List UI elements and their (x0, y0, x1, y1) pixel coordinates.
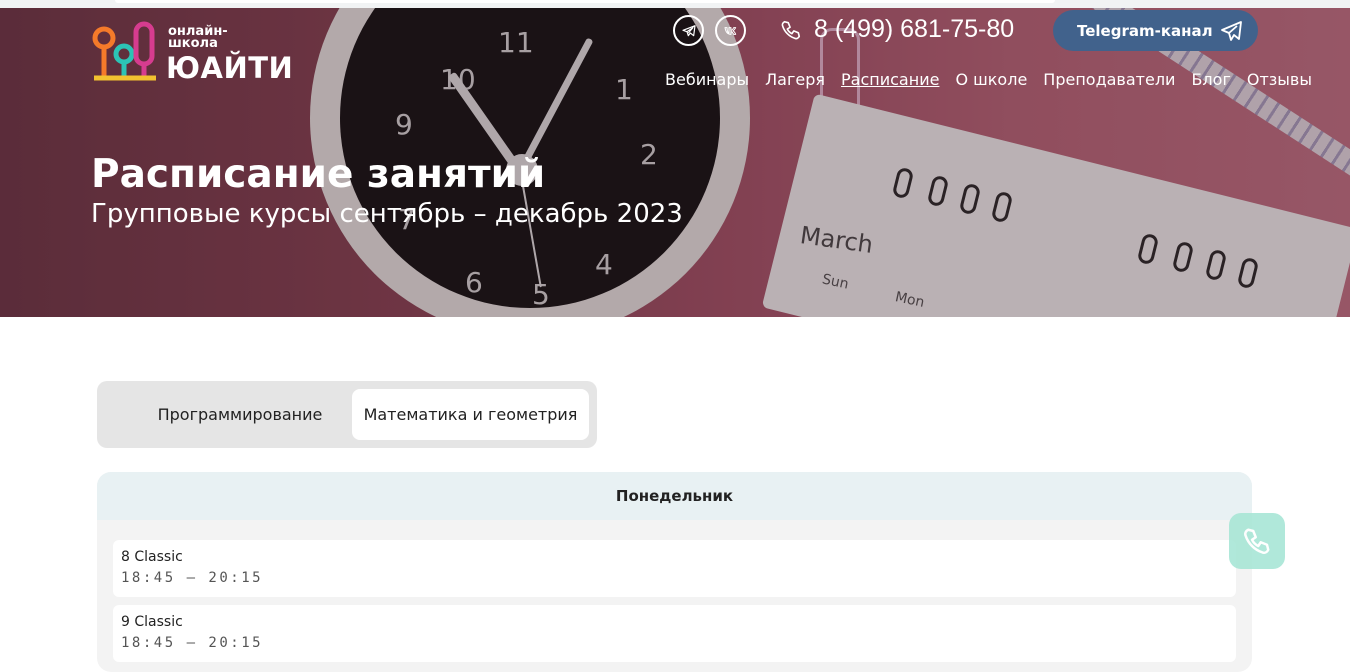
page-title: Расписание занятий (91, 152, 546, 197)
paper-plane-icon (1221, 21, 1242, 41)
telegram-channel-button[interactable]: Telegram-канал (1053, 10, 1258, 51)
lesson-time: 18:45 – 20:15 (121, 570, 264, 586)
page-subtitle: Групповые курсы сентябрь – декабрь 2023 (91, 199, 683, 229)
vk-social-link[interactable] (715, 15, 746, 46)
phone-number-link[interactable]: 8 (499) 681-75-80 (814, 15, 1014, 44)
lesson-name: 8 Classic (121, 549, 183, 565)
schedule-table: Понедельник 8 Classic 18:45 – 20:15 9 Cl… (97, 472, 1252, 672)
logo-mark-icon (92, 21, 156, 81)
callback-widget-button[interactable] (1229, 513, 1285, 569)
phone-icon (781, 20, 801, 40)
lesson-time: 18:45 – 20:15 (121, 635, 264, 651)
browser-chrome-strip (0, 0, 1350, 8)
nav-item-reviews[interactable]: Отзывы (1247, 70, 1312, 89)
nav-item-about[interactable]: О школе (955, 70, 1027, 89)
telegram-channel-label: Telegram-канал (1077, 21, 1213, 40)
school-logo[interactable]: онлайн- школа ЮАЙТИ (92, 20, 293, 85)
logo-name: ЮАЙТИ (166, 51, 294, 85)
logo-subtitle-line: школа (168, 36, 218, 51)
nav-item-teachers[interactable]: Преподаватели (1043, 70, 1175, 89)
subject-tabs: Программирование Математика и геометрия (97, 381, 597, 448)
tab-math-geometry[interactable]: Математика и геометрия (352, 389, 589, 440)
nav-item-webinars[interactable]: Вебинары (665, 70, 749, 89)
vk-icon (724, 26, 736, 35)
nav-item-schedule[interactable]: Расписание (841, 70, 939, 89)
nav-item-camps[interactable]: Лагеря (765, 70, 825, 89)
lesson-row[interactable]: 8 Classic 18:45 – 20:15 (113, 540, 1236, 597)
phone-call-icon (1244, 528, 1270, 554)
main-nav: Вебинары Лагеря Расписание О школе Препо… (665, 70, 1328, 89)
lesson-name: 9 Classic (121, 614, 183, 630)
nav-item-blog[interactable]: Блог (1191, 70, 1230, 89)
telegram-icon (681, 24, 696, 36)
lesson-row[interactable]: 9 Classic 18:45 – 20:15 (113, 605, 1236, 662)
telegram-social-link[interactable] (673, 15, 704, 46)
tab-programming[interactable]: Программирование (125, 389, 355, 440)
address-bar-edge (115, 0, 1055, 3)
day-header: Понедельник (97, 472, 1252, 520)
logo-subtitle: онлайн- школа (168, 25, 228, 51)
